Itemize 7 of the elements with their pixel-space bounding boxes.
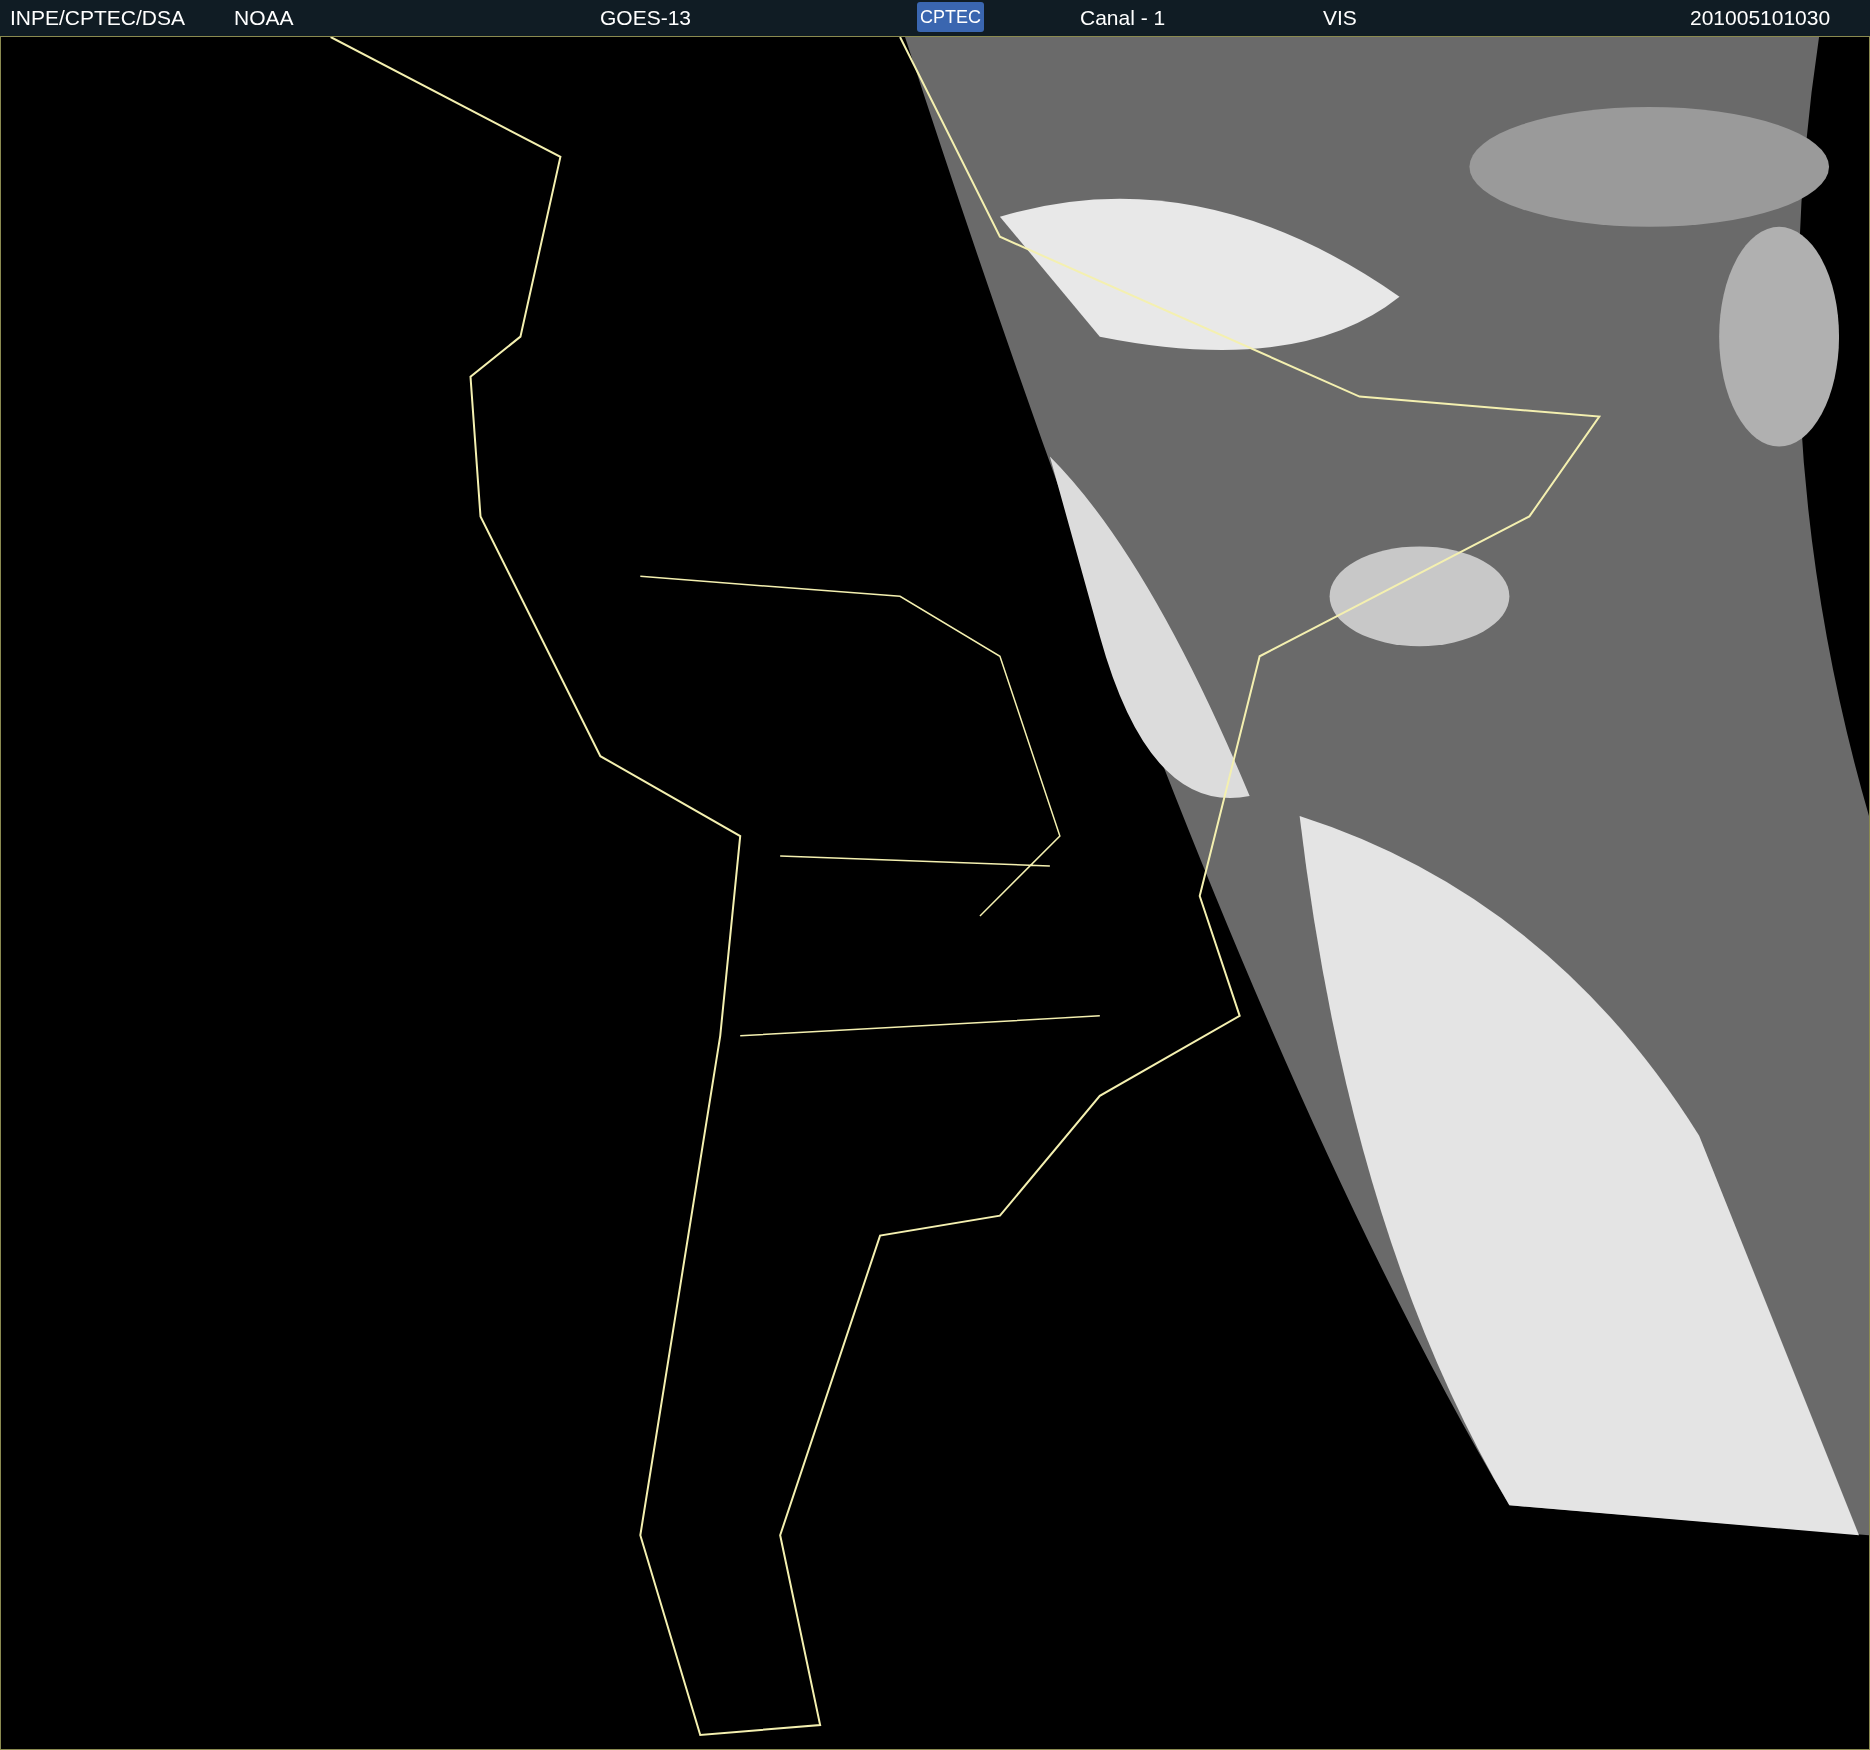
header-label: INPE/CPTEC/DSA (10, 6, 186, 30)
header-label: Canal - 1 (1080, 6, 1166, 30)
header-label: 201005101030 (1690, 6, 1831, 30)
logo: CPTEC (917, 2, 984, 32)
header-label: VIS (1323, 6, 1357, 30)
header-label: GOES-13 (600, 6, 692, 30)
header-label: NOAA (234, 6, 294, 30)
